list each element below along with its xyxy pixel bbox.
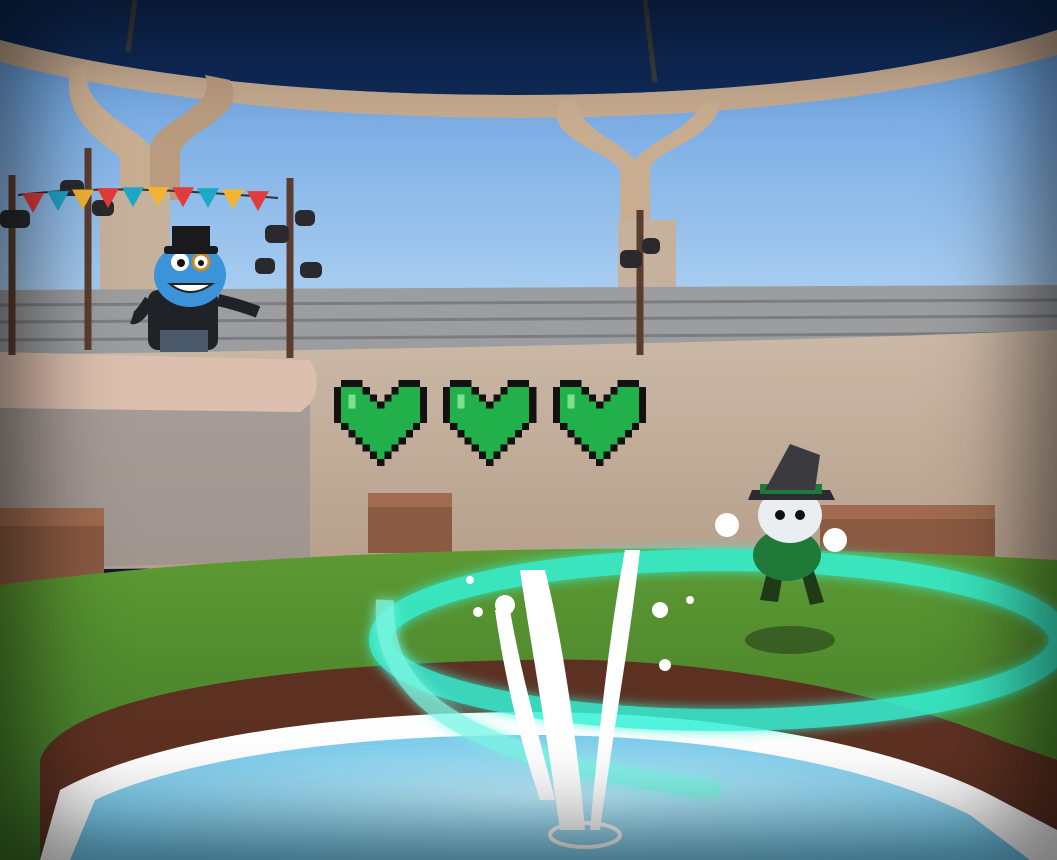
health-hearts — [334, 378, 646, 470]
game-viewport[interactable] — [0, 0, 1057, 860]
balcony-ledge — [0, 352, 317, 412]
pixel-heart-icon — [334, 379, 428, 467]
pixel-heart-icon — [552, 379, 646, 467]
pixel-heart-icon — [443, 379, 537, 467]
